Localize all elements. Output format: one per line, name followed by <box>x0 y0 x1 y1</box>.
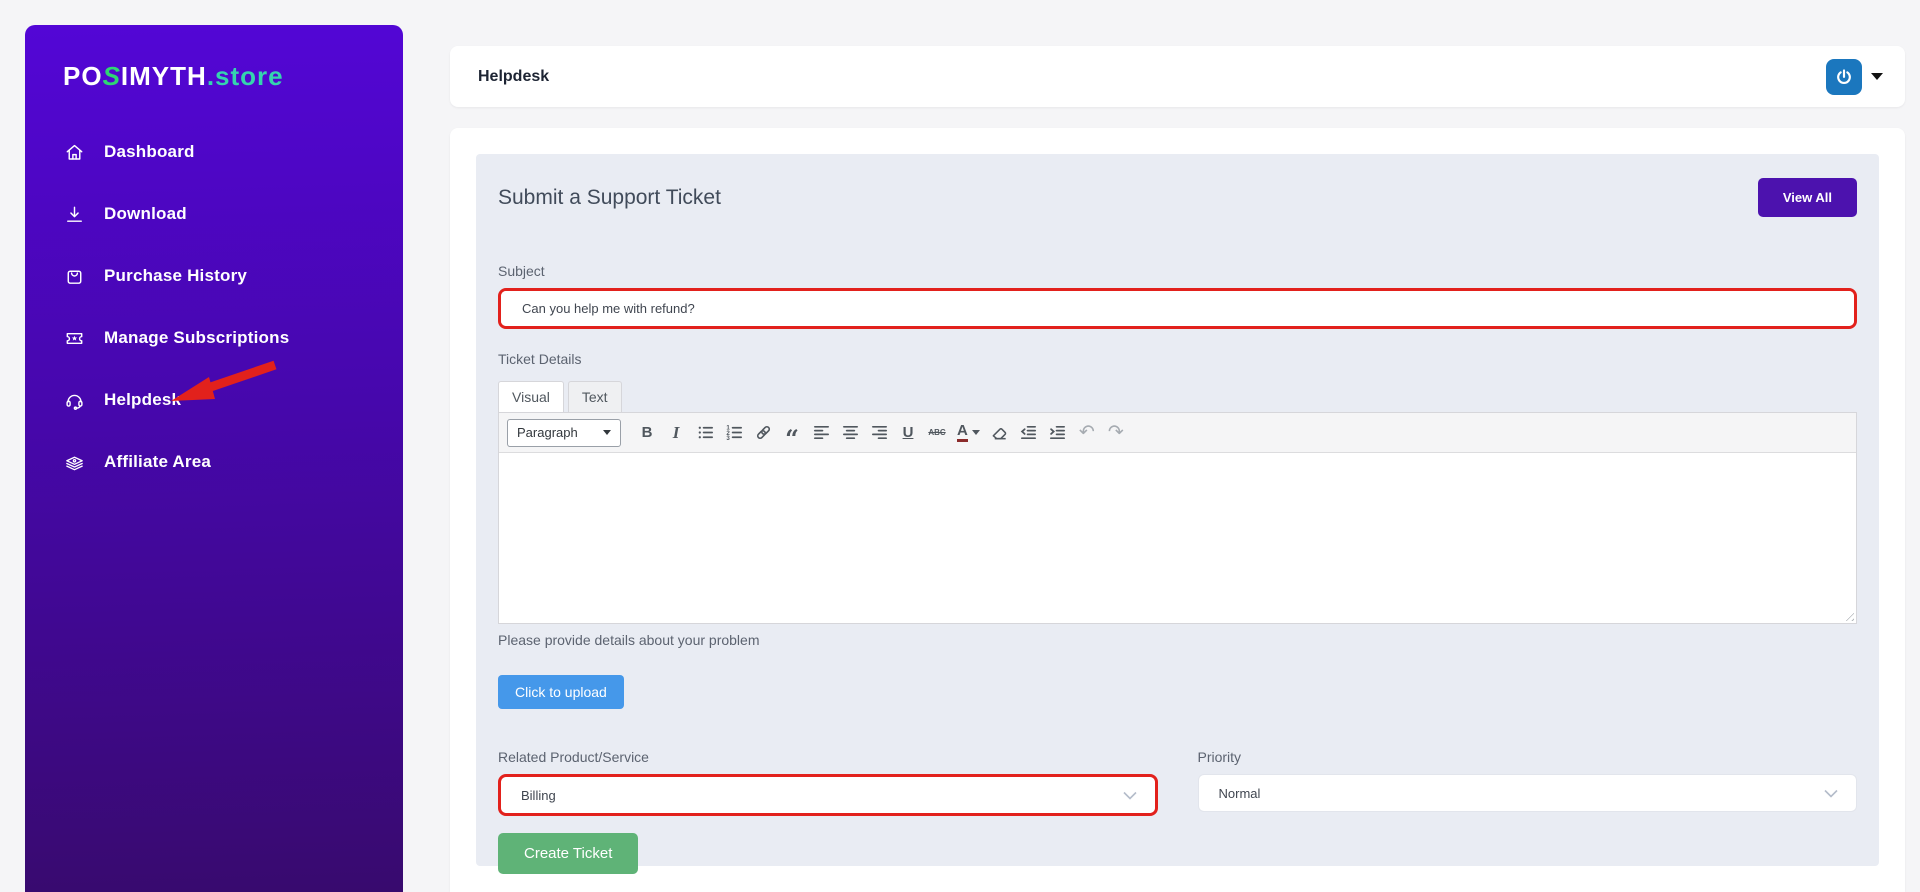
brand-logo: POSIMYTH.store <box>25 25 403 92</box>
sidebar: POSIMYTH.store Dashboard Download Purcha… <box>25 25 403 892</box>
paragraph-select-value: Paragraph <box>517 425 578 440</box>
page-title: Helpdesk <box>478 68 549 86</box>
outdent-button[interactable] <box>1016 420 1042 446</box>
priority-field: Priority Normal <box>1198 749 1858 816</box>
power-button[interactable] <box>1826 59 1862 95</box>
editor-tabs: Visual Text <box>498 381 1857 412</box>
italic-button[interactable]: I <box>663 420 689 446</box>
sidebar-item-label: Dashboard <box>104 142 195 162</box>
ticket-panel: Submit a Support Ticket View All Subject… <box>476 154 1879 866</box>
related-product-select[interactable]: Billing <box>501 777 1155 813</box>
indent-button[interactable] <box>1045 420 1071 446</box>
text-color-button[interactable]: A <box>953 423 984 442</box>
related-product-value: Billing <box>521 788 556 803</box>
related-product-field: Related Product/Service Billing <box>498 749 1158 816</box>
priority-label: Priority <box>1198 749 1858 765</box>
create-ticket-button[interactable]: Create Ticket <box>498 833 638 874</box>
annotation-highlight-subject <box>498 288 1857 329</box>
undo-button[interactable]: ↶ <box>1074 420 1100 446</box>
brand-tld: .store <box>207 61 284 91</box>
tab-visual[interactable]: Visual <box>498 381 564 412</box>
account-menu[interactable] <box>1826 59 1883 95</box>
svg-text:3: 3 <box>726 435 730 442</box>
clear-formatting-button[interactable] <box>987 420 1013 446</box>
blockquote-button[interactable]: “ <box>779 420 805 446</box>
selects-row: Related Product/Service Billing Priority… <box>498 749 1857 816</box>
shopping-bag-icon <box>63 265 86 288</box>
content-card: Submit a Support Ticket View All Subject… <box>450 128 1905 892</box>
ordered-list-button[interactable]: 1 2 3 <box>721 420 747 446</box>
link-button[interactable] <box>750 420 776 446</box>
topbar: Helpdesk <box>450 46 1905 107</box>
resize-handle[interactable] <box>1842 609 1854 621</box>
chevron-down-icon <box>1824 789 1838 798</box>
sidebar-item-label: Purchase History <box>104 266 247 286</box>
cash-stack-icon <box>63 451 86 474</box>
priority-select[interactable]: Normal <box>1198 774 1858 812</box>
sidebar-item-label: Download <box>104 204 187 224</box>
chevron-down-icon <box>1123 791 1137 800</box>
chevron-down-icon <box>603 430 611 435</box>
ticket-details-label: Ticket Details <box>498 351 1857 367</box>
strikethrough-button[interactable]: ABC <box>924 420 950 446</box>
sidebar-nav: Dashboard Download Purchase History Mana… <box>25 140 403 474</box>
align-right-button[interactable] <box>866 420 892 446</box>
upload-button[interactable]: Click to upload <box>498 675 624 709</box>
tab-text[interactable]: Text <box>568 381 622 412</box>
editor-content-area[interactable] <box>499 453 1856 623</box>
sidebar-item-label: Helpdesk <box>104 390 181 410</box>
home-icon <box>63 141 86 164</box>
headset-icon <box>63 389 86 412</box>
sidebar-item-dashboard[interactable]: Dashboard <box>25 140 403 164</box>
wysiwyg-editor: Paragraph B I 1 <box>498 412 1857 624</box>
annotation-highlight-related: Billing <box>498 774 1158 816</box>
editor-toolbar: Paragraph B I 1 <box>499 413 1856 453</box>
sidebar-item-affiliate-area[interactable]: Affiliate Area <box>25 450 403 474</box>
chevron-down-icon <box>972 430 980 435</box>
subject-label: Subject <box>498 263 1857 279</box>
sidebar-item-purchase-history[interactable]: Purchase History <box>25 264 403 288</box>
sidebar-item-download[interactable]: Download <box>25 202 403 226</box>
paragraph-style-select[interactable]: Paragraph <box>507 419 621 447</box>
power-icon <box>1834 67 1854 87</box>
section-title: Submit a Support Ticket <box>498 186 721 210</box>
sidebar-item-manage-subscriptions[interactable]: Manage Subscriptions <box>25 326 403 350</box>
ticket-icon <box>63 327 86 350</box>
chevron-down-icon[interactable] <box>1871 73 1883 80</box>
redo-button[interactable]: ↷ <box>1103 420 1129 446</box>
brand-suffix: IMYTH <box>121 61 207 91</box>
bullet-list-button[interactable] <box>692 420 718 446</box>
view-all-button[interactable]: View All <box>1758 178 1857 217</box>
brand-prefix: PO <box>63 61 103 91</box>
underline-button[interactable]: U <box>895 420 921 446</box>
brand-s-glyph: S <box>103 61 121 91</box>
details-hint: Please provide details about your proble… <box>498 632 1857 648</box>
sidebar-item-label: Affiliate Area <box>104 452 211 472</box>
align-left-button[interactable] <box>808 420 834 446</box>
sidebar-item-label: Manage Subscriptions <box>104 328 289 348</box>
subject-input[interactable] <box>501 291 1854 326</box>
align-center-button[interactable] <box>837 420 863 446</box>
sidebar-item-helpdesk[interactable]: Helpdesk <box>25 388 403 412</box>
priority-value: Normal <box>1219 786 1261 801</box>
text-color-glyph: A <box>957 423 968 442</box>
panel-header: Submit a Support Ticket View All <box>498 178 1857 217</box>
bold-button[interactable]: B <box>634 420 660 446</box>
download-icon <box>63 203 86 226</box>
related-product-label: Related Product/Service <box>498 749 1158 765</box>
